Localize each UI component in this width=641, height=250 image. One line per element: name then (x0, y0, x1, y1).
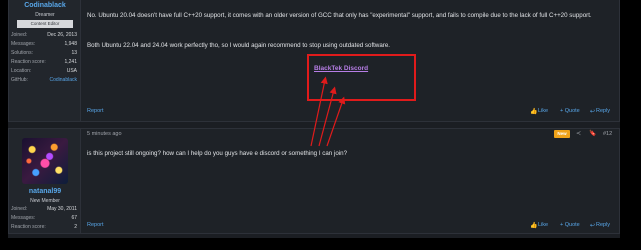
post-natanal99: natanal99 New Member Joined: May 30, 2011… (8, 128, 620, 234)
stat-value: 13 (71, 50, 77, 56)
thumbs-up-icon: 👍 (530, 223, 538, 229)
author-name[interactable]: natanal99 (9, 188, 81, 195)
stat-joined: Joined: May 30, 2011 (11, 205, 77, 214)
avatar[interactable] (22, 138, 68, 184)
post-message: is this project still ongoing? how can I… (87, 150, 348, 157)
stat-value: 1,948 (64, 41, 77, 47)
reply-button[interactable]: Reply (596, 222, 610, 228)
stat-label: Messages: (11, 41, 36, 47)
stat-location: Location: USA (11, 67, 77, 76)
stat-joined: Joined: Dec 26, 2013 (11, 31, 77, 40)
new-badge: New (554, 130, 570, 138)
post-number[interactable]: #12 (603, 131, 612, 137)
stat-reaction-score: Reaction score: 2 (11, 223, 77, 232)
stat-label: Reaction score: (11, 224, 46, 230)
github-link[interactable]: Codinablack (49, 76, 77, 85)
like-button[interactable]: Like (538, 108, 548, 114)
quote-button[interactable]: + Quote (560, 108, 580, 114)
stat-reaction-score: Reaction score: 1,241 (11, 58, 77, 67)
share-icon[interactable]: ≺ (576, 130, 581, 137)
report-link[interactable]: Report (87, 108, 104, 114)
stat-value: 1,241 (64, 59, 77, 65)
stat-label: Messages: (11, 215, 36, 221)
stat-label: GitHub: (11, 77, 28, 83)
post-author-sidebar: Codinablack Dreamer Content Editor Joine… (9, 0, 81, 121)
stat-label: Joined: (11, 32, 28, 38)
thumbs-up-icon: 👍 (530, 109, 538, 115)
post-paragraph: Both Ubuntu 22.04 and 24.04 work perfect… (87, 42, 391, 49)
reply-button[interactable]: Reply (596, 108, 610, 114)
post-author-sidebar: natanal99 New Member Joined: May 30, 2011… (9, 129, 81, 233)
annotation-highlight-box (307, 54, 416, 101)
author-banner: Content Editor (17, 20, 73, 28)
stat-label: Joined: (11, 206, 28, 212)
stat-value: Dec 26, 2013 (47, 32, 77, 38)
stat-value: 67 (71, 215, 77, 221)
stat-label: Solutions: (11, 50, 33, 56)
bookmark-icon[interactable]: 🔖 (589, 130, 596, 137)
screenshot-stage: Codinablack Dreamer Content Editor Joine… (0, 0, 641, 250)
stat-messages: Messages: 67 (11, 214, 77, 223)
stat-github: GitHub: Codinablack (11, 76, 77, 85)
reply-arrow-icon: ↩ (590, 223, 596, 229)
reply-arrow-icon: ↩ (590, 109, 596, 115)
stat-value: May 30, 2011 (47, 206, 77, 212)
stat-label: Reaction score: (11, 59, 46, 65)
stat-value: 2 (74, 224, 77, 230)
author-title: New Member (30, 198, 60, 204)
stat-value: USA (66, 68, 77, 74)
post-timestamp[interactable]: 5 minutes ago (87, 131, 122, 137)
stat-messages: Messages: 1,948 (11, 40, 77, 49)
author-name[interactable]: Codinablack (9, 2, 81, 9)
post-paragraph: No. Ubuntu 20.04 doesn't have full C++20… (87, 12, 592, 19)
post-content: 5 minutes ago New ≺ 🔖 #12 is this projec… (87, 129, 619, 233)
like-button[interactable]: Like (538, 222, 548, 228)
report-link[interactable]: Report (87, 222, 104, 228)
stat-label: Location: (11, 68, 32, 74)
thread-container: Codinablack Dreamer Content Editor Joine… (8, 0, 620, 238)
author-title: Dreamer (35, 12, 55, 18)
stat-solutions: Solutions: 13 (11, 49, 77, 58)
quote-button[interactable]: + Quote (560, 222, 580, 228)
